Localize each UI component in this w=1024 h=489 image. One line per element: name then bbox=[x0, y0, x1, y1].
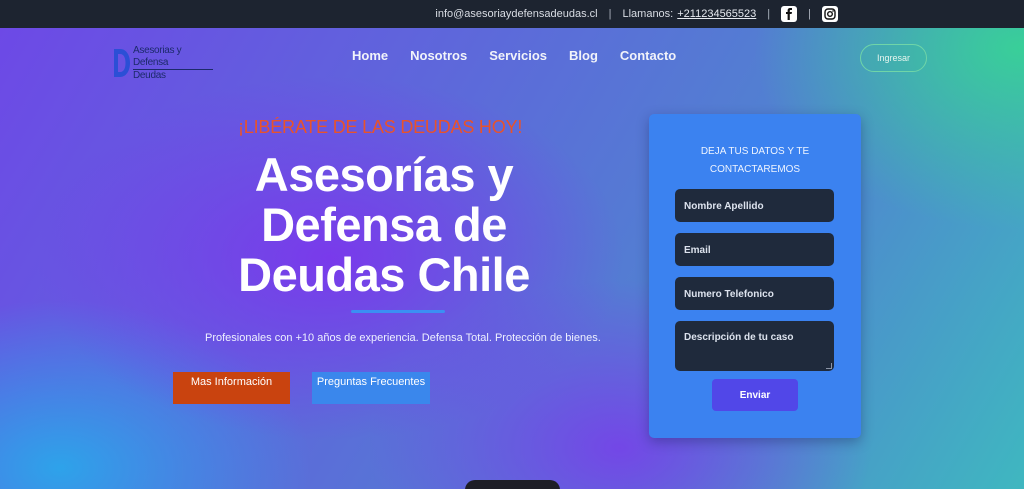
form-title: DEJA TUS DATOS Y TE CONTACTAREMOS bbox=[649, 143, 861, 179]
hero-tagline: ¡LIBÉRATE DE LAS DEUDAS HOY! bbox=[238, 117, 523, 137]
form-title-line1: DEJA TUS DATOS Y TE bbox=[700, 146, 810, 157]
main-nav: Home Nosotros Servicios Blog Contacto bbox=[352, 48, 676, 63]
email-field[interactable]: Email bbox=[675, 233, 834, 266]
top-bar: info@asesoriaydefensadeudas.cl | Llamano… bbox=[0, 0, 1024, 28]
instagram-icon[interactable] bbox=[822, 6, 838, 22]
name-field[interactable]: Nombre Apellido bbox=[675, 189, 834, 222]
separator: | bbox=[608, 8, 612, 20]
hero-subtext: Profesionales con +10 años de experienci… bbox=[205, 332, 601, 344]
logo-text: Asesorias y Defensa Deudas bbox=[133, 45, 213, 82]
headline-divider bbox=[351, 310, 445, 313]
login-button[interactable]: Ingresar bbox=[860, 44, 927, 72]
nav-item-nosotros[interactable]: Nosotros bbox=[410, 48, 467, 63]
phone-label: Llamanos: bbox=[622, 8, 674, 20]
phone-field[interactable]: Numero Telefonico bbox=[675, 277, 834, 310]
floating-widget[interactable] bbox=[465, 480, 560, 489]
hero-headline: Asesorías y Defensa de Deudas Chile bbox=[238, 148, 530, 301]
description-placeholder: Descripción de tu caso bbox=[684, 332, 794, 343]
nav-item-servicios[interactable]: Servicios bbox=[489, 48, 547, 63]
logo-line1: Asesorias y Defensa bbox=[133, 45, 213, 70]
form-title-line2: CONTACTAREMOS bbox=[709, 164, 801, 175]
faq-button[interactable]: Preguntas Frecuentes bbox=[312, 372, 430, 404]
nav-item-blog[interactable]: Blog bbox=[569, 48, 598, 63]
contact-form: DEJA TUS DATOS Y TE CONTACTAREMOS Nombre… bbox=[649, 114, 861, 438]
nav-item-contacto[interactable]: Contacto bbox=[620, 48, 676, 63]
separator: | bbox=[808, 8, 811, 20]
submit-button[interactable]: Enviar bbox=[712, 379, 798, 411]
logo-line2: Deudas bbox=[133, 69, 166, 81]
site-logo[interactable]: Asesorias y Defensa Deudas bbox=[113, 45, 213, 82]
facebook-icon[interactable] bbox=[781, 6, 798, 22]
phone-link[interactable]: +211234565523 bbox=[677, 8, 756, 20]
nav-item-home[interactable]: Home bbox=[352, 48, 388, 63]
resize-handle-icon[interactable] bbox=[826, 363, 832, 369]
separator: | bbox=[767, 8, 771, 20]
description-textarea[interactable]: Descripción de tu caso bbox=[675, 321, 834, 371]
name-placeholder: Nombre Apellido bbox=[684, 201, 764, 212]
phone-placeholder: Numero Telefonico bbox=[684, 289, 774, 300]
email-placeholder: Email bbox=[684, 245, 711, 256]
logo-mark-icon bbox=[113, 47, 131, 79]
contact-email[interactable]: info@asesoriaydefensadeudas.cl bbox=[435, 8, 597, 20]
more-info-button[interactable]: Mas Información bbox=[173, 372, 290, 404]
